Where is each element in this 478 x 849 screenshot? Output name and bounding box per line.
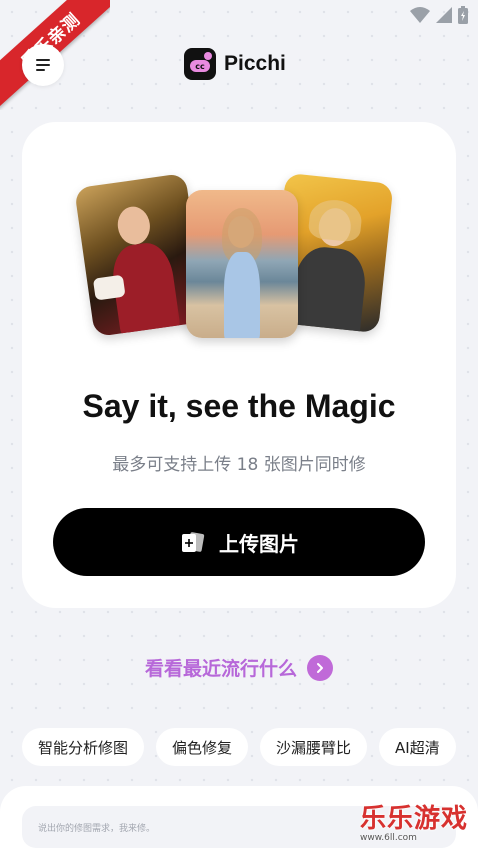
brand: cc Picchi [184, 48, 286, 80]
chip-smart-analysis[interactable]: 智能分析修图 [22, 728, 145, 766]
upload-images-label: 上传图片 [219, 531, 299, 556]
menu-button[interactable] [22, 44, 64, 86]
quick-chips: 智能分析修图 偏色修复 沙漏腰臂比 AI超清 [22, 728, 456, 766]
battery-icon [458, 6, 468, 24]
trending-label: 看看最近流行什么 [144, 658, 297, 680]
hero-card: Say it, see the Magic 最多可支持上传 18 张图片同时修 … [22, 122, 456, 608]
sample-photo-beach [186, 190, 298, 338]
chip-hourglass-ratio[interactable]: 沙漏腰臂比 [260, 728, 368, 766]
brand-name: Picchi [224, 52, 286, 75]
hamburger-menu-icon [36, 59, 50, 71]
hero-subtitle: 最多可支持上传 18 张图片同时修 [112, 455, 366, 475]
prompt-input[interactable]: 说出你的修图需求，我来修。 [22, 806, 456, 848]
svg-text:cc: cc [195, 62, 205, 71]
status-bar [410, 6, 468, 24]
trending-link[interactable]: 看看最近流行什么 [0, 654, 478, 681]
image-add-icon [182, 532, 205, 552]
signal-icon [436, 7, 452, 23]
chip-ai-upscale[interactable]: AI超清 [379, 728, 456, 766]
hero-headline: Say it, see the Magic [82, 388, 396, 424]
chevron-right-icon [307, 654, 333, 681]
chip-color-cast-fix[interactable]: 偏色修复 [156, 728, 249, 766]
upload-images-button[interactable]: 上传图片 [53, 508, 425, 576]
picchi-logo-icon: cc [184, 48, 216, 80]
wifi-icon [410, 7, 430, 23]
sample-photos [52, 152, 426, 352]
